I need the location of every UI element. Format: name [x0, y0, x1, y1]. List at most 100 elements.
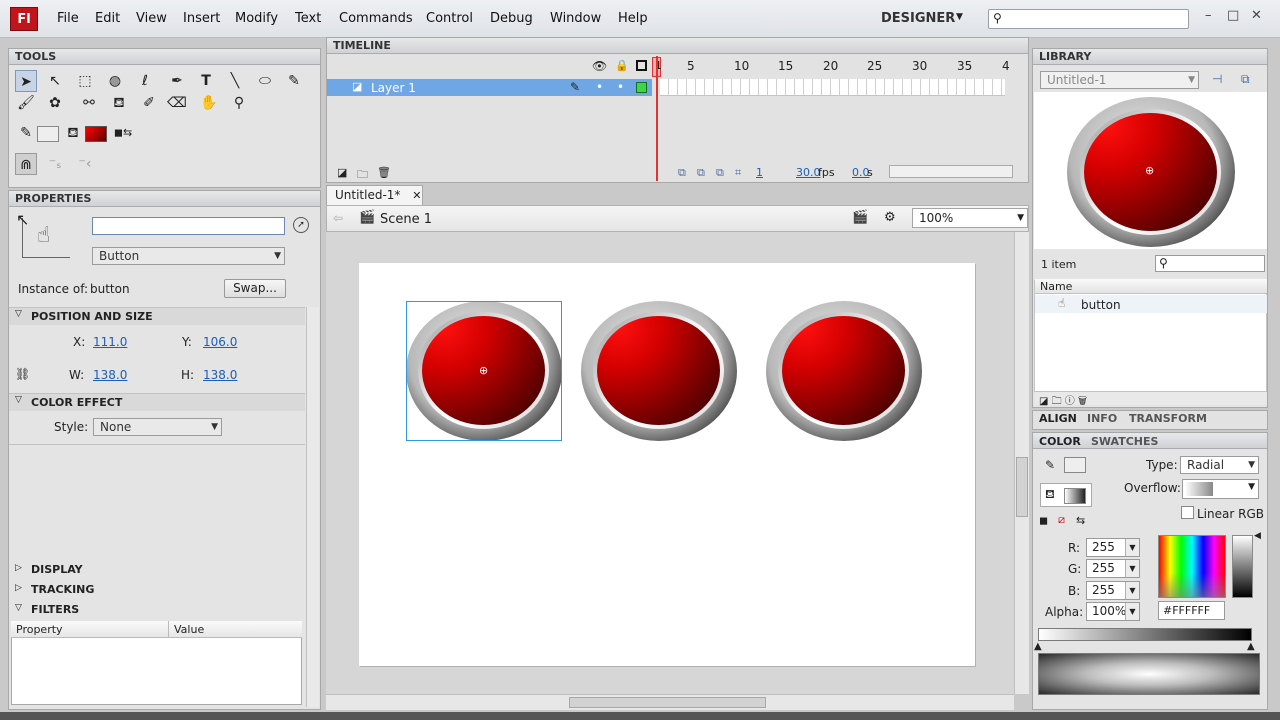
menu-window[interactable]: Window — [550, 11, 601, 26]
edit-symbol-icon[interactable]: ➚ — [293, 217, 309, 233]
r-input[interactable]: 255 ▼ — [1086, 538, 1140, 557]
library-name-column[interactable]: Name — [1040, 280, 1072, 293]
back-arrow-icon[interactable]: ⇦ — [333, 211, 343, 225]
library-search-input[interactable]: ⚲ — [1155, 255, 1265, 272]
smooth-icon[interactable]: ⁻ₛ — [44, 153, 66, 175]
y-value[interactable]: 106.0 — [203, 335, 237, 349]
edit-symbols-icon[interactable]: ⚙ — [884, 210, 896, 225]
stage-vertical-scrollbar[interactable] — [1014, 232, 1029, 694]
gradient-definition-bar[interactable] — [1038, 628, 1252, 641]
instance-name-input[interactable] — [92, 217, 285, 235]
new-library-panel-icon[interactable]: ⧉ — [1241, 72, 1250, 87]
menu-text[interactable]: Text — [295, 11, 321, 26]
stroke-color-icon[interactable]: ✎ — [1045, 458, 1055, 472]
new-layer-icon[interactable]: ◪ — [337, 166, 347, 179]
color-spectrum[interactable] — [1158, 535, 1226, 598]
edit-multiple-frames-icon[interactable]: ⧉ — [716, 166, 724, 180]
current-frame-value[interactable]: 1 — [756, 166, 763, 179]
library-document-select[interactable]: Untitled-1 ▼ — [1040, 71, 1199, 89]
tab-info[interactable]: INFO — [1087, 412, 1117, 425]
timeline-hscrollbar[interactable] — [889, 165, 1013, 178]
scroll-thumb[interactable] — [569, 697, 766, 708]
workspace-switcher[interactable]: DESIGNER — [881, 11, 955, 26]
eyedropper-tool-icon[interactable]: ✐ — [138, 92, 160, 114]
tab-align[interactable]: ALIGN — [1039, 412, 1077, 425]
library-item-name[interactable]: button — [1081, 298, 1121, 312]
properties-scrollbar[interactable] — [306, 307, 319, 707]
onion-outline-icon[interactable]: ⧉ — [697, 166, 705, 180]
display-section-title[interactable]: DISPLAY — [31, 563, 83, 576]
library-item[interactable] — [1035, 295, 1267, 313]
line-tool-icon[interactable]: ╲ — [224, 70, 246, 92]
brightness-slider[interactable] — [1232, 535, 1253, 598]
edit-scene-icon[interactable]: 🎬 — [852, 210, 868, 225]
delete-layer-icon[interactable]: 🗑 — [377, 166, 391, 179]
tab-color[interactable]: COLOR — [1039, 435, 1081, 448]
x-value[interactable]: 111.0 — [93, 335, 127, 349]
new-symbol-icon[interactable]: ◪ 🗀 ⓘ 🗑 — [1039, 392, 1087, 411]
deco-tool-icon[interactable]: ✿ — [44, 92, 66, 114]
help-search-input[interactable]: ⚲ — [988, 9, 1189, 29]
close-icon[interactable]: ✕ — [412, 189, 421, 202]
paint-bucket-tool-icon[interactable]: ⛾ — [108, 92, 130, 114]
lasso-tool-icon[interactable]: ℓ — [134, 70, 156, 92]
outline-icon[interactable] — [636, 60, 647, 71]
lock-dot-icon[interactable]: • — [617, 80, 624, 94]
fill-color-icon[interactable]: ⛾ — [62, 122, 84, 144]
zoom-tool-icon[interactable]: ⚲ — [228, 92, 250, 114]
hand-tool-icon[interactable]: ✋ — [198, 92, 220, 114]
minimize-button[interactable]: – — [1205, 8, 1212, 23]
g-input[interactable]: 255 ▼ — [1086, 559, 1140, 578]
menu-file[interactable]: File — [57, 11, 79, 26]
hex-input[interactable]: #FFFFFF — [1158, 601, 1225, 620]
pencil-tool-icon[interactable]: ✎ — [283, 70, 305, 92]
pin-library-icon[interactable]: ⊣ — [1212, 72, 1222, 86]
gradient-pointer-icon[interactable]: ▲ — [1247, 641, 1255, 652]
selection-tool-icon[interactable]: ➤ — [15, 70, 37, 92]
menu-help[interactable]: Help — [618, 11, 648, 26]
fill-color-swatch[interactable] — [85, 126, 107, 142]
menu-edit[interactable]: Edit — [95, 11, 120, 26]
fps-value[interactable]: 30.0 — [796, 166, 821, 179]
3d-rotation-tool-icon[interactable]: ◍ — [104, 70, 126, 92]
stage-horizontal-scrollbar[interactable] — [326, 694, 1014, 710]
black-white-icon[interactable]: ◼ — [1039, 514, 1048, 527]
stroke-color-swatch[interactable] — [37, 126, 59, 142]
layer-name[interactable]: Layer 1 — [371, 81, 416, 95]
oval-tool-icon[interactable]: ⬭ — [254, 70, 276, 92]
h-value[interactable]: 138.0 — [203, 368, 237, 382]
document-tab[interactable]: Untitled-1* ✕ — [326, 185, 423, 205]
modify-markers-icon[interactable]: ⌗ — [735, 166, 741, 180]
lock-icon[interactable]: 🔒 — [615, 59, 629, 72]
color-style-select[interactable]: None ▼ — [93, 418, 222, 436]
new-folder-icon[interactable]: 🗀 — [357, 166, 368, 185]
linear-rgb-checkbox[interactable] — [1181, 506, 1194, 519]
menu-insert[interactable]: Insert — [183, 11, 220, 26]
text-tool-icon[interactable]: T — [195, 70, 217, 92]
b-input[interactable]: 255 ▼ — [1086, 581, 1140, 600]
overflow-select[interactable]: ▼ — [1182, 479, 1259, 499]
swap-colors-icon[interactable]: ⇆ — [1076, 514, 1085, 527]
playhead[interactable] — [656, 56, 658, 181]
menu-commands[interactable]: Commands — [339, 11, 413, 26]
eye-icon[interactable]: 👁 — [592, 59, 607, 73]
close-button[interactable]: ✕ — [1251, 8, 1262, 23]
menu-control[interactable]: Control — [426, 11, 473, 26]
tracking-section-title[interactable]: TRACKING — [31, 583, 94, 596]
eraser-tool-icon[interactable]: ⌫ — [166, 92, 188, 114]
tab-swatches[interactable]: SWATCHES — [1091, 435, 1158, 448]
alpha-input[interactable]: 100% ▼ — [1086, 602, 1140, 621]
gradient-pointer-icon[interactable]: ▲ — [1034, 641, 1042, 652]
menu-debug[interactable]: Debug — [490, 11, 533, 26]
button-instance[interactable] — [581, 301, 737, 441]
black-white-swap-icon[interactable]: ◼⇆ — [112, 122, 134, 144]
onion-skin-icon[interactable]: ⧉ — [678, 166, 686, 180]
chevron-down-icon[interactable]: ▼ — [956, 12, 963, 22]
button-instance[interactable] — [766, 301, 922, 441]
scroll-thumb[interactable] — [1016, 457, 1028, 517]
scene-name[interactable]: Scene 1 — [380, 212, 432, 227]
fill-type-select[interactable]: Radial ▼ — [1180, 456, 1259, 474]
menu-view[interactable]: View — [136, 11, 167, 26]
symbol-type-select[interactable]: Button ▼ — [92, 247, 285, 265]
swap-button[interactable]: Swap... — [224, 279, 286, 298]
